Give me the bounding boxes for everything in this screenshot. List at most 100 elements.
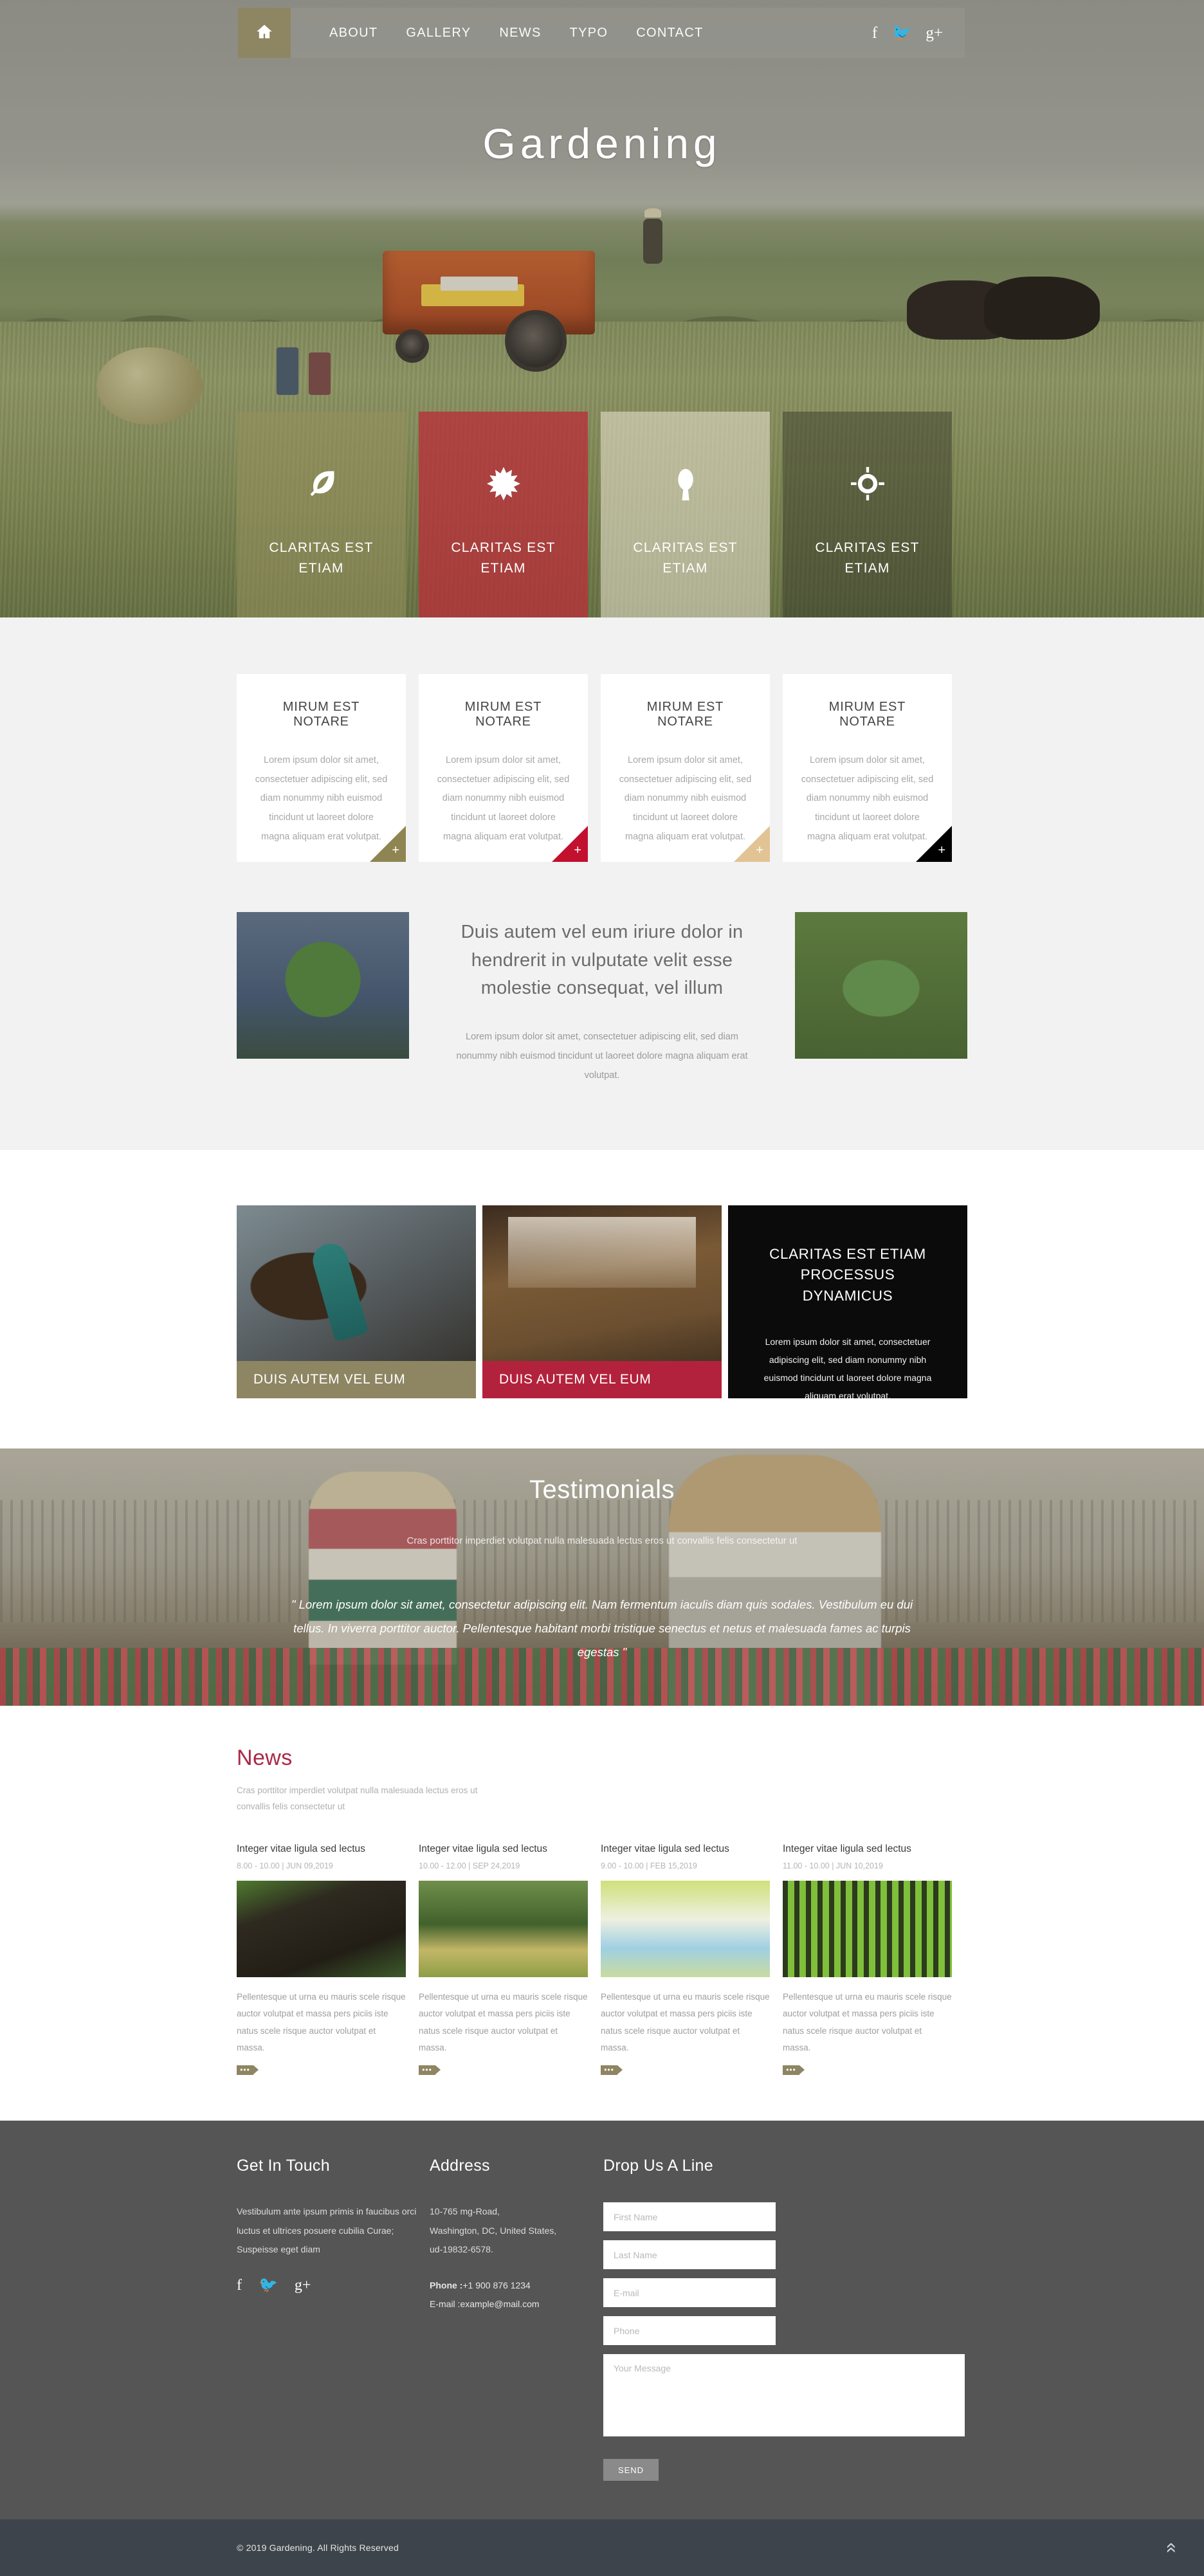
phone-row [603, 2316, 967, 2346]
testimonials-content: Testimonials Cras porttitor imperdiet vo… [237, 1448, 967, 1664]
promo-card-3: CLARITAS EST ETIAM PROCESSUS DYNAMICUS L… [728, 1205, 967, 1398]
news-item-body-3: Pellentesque ut urna eu mauris scele ris… [601, 1992, 770, 2053]
home-button[interactable] [238, 8, 291, 58]
info-card-1[interactable]: MIRUM EST NOTARE Lorem ipsum dolor sit a… [237, 674, 406, 862]
info-card-title-1: MIRUM EST NOTARE [282, 700, 360, 729]
feature-card-2[interactable]: CLARITAS EST ETIAM [419, 412, 588, 617]
feature-label-4: CLARITAS EST ETIAM [815, 540, 920, 576]
sun-burst-icon [486, 467, 520, 500]
plus-icon: + [938, 843, 945, 857]
feature-columns: CLARITAS EST ETIAM CLARITAS EST ETIAM CL… [237, 412, 967, 617]
email-input[interactable] [603, 2278, 776, 2308]
first-name-input[interactable] [603, 2202, 776, 2232]
news-read-more-3[interactable]: ••• [601, 2065, 623, 2076]
info-card-body-4: Lorem ipsum dolor sit amet, consectetuer… [801, 755, 934, 842]
intro-image-right [795, 912, 967, 1059]
main-navigation: ABOUT GALLERY NEWS TYPO CONTACT f 🐦 g+ [238, 8, 965, 58]
news-subtitle: Cras porttitor imperdiet volutpat nulla … [237, 1785, 478, 1812]
footer-social-links: f 🐦 g+ [237, 2278, 430, 2293]
twitter-icon[interactable]: 🐦 [891, 25, 911, 41]
plus-icon: + [574, 843, 581, 857]
info-card-body-3: Lorem ipsum dolor sit amet, consectetuer… [619, 755, 752, 842]
info-card-4[interactable]: MIRUM EST NOTARE Lorem ipsum dolor sit a… [783, 674, 952, 862]
facebook-icon[interactable]: f [872, 25, 877, 41]
address-line-3: ud-19832-6578. [430, 2244, 493, 2255]
nav-item-about[interactable]: ABOUT [315, 26, 392, 41]
hero-section: ABOUT GALLERY NEWS TYPO CONTACT f 🐦 g+ G… [0, 0, 1204, 617]
news-item-title-1: Integer vitae ligula sed lectus [237, 1843, 365, 1855]
promo-heading-3: CLARITAS EST ETIAM PROCESSUS DYNAMICUS [769, 1245, 926, 1304]
testimonials-title: Testimonials [529, 1475, 675, 1504]
google-plus-icon[interactable]: g+ [926, 25, 943, 41]
phone-label: Phone : [430, 2279, 463, 2290]
cards-row: MIRUM EST NOTARE Lorem ipsum dolor sit a… [237, 674, 967, 862]
message-row [603, 2354, 967, 2440]
card-corner-4[interactable]: + [916, 826, 952, 862]
footer-contact-form: Drop Us A Line SEND [603, 2157, 967, 2481]
card-corner-3[interactable]: + [734, 826, 770, 862]
promo-card-1[interactable]: DUIS AUTEM VEL EUM [237, 1205, 476, 1398]
testimonials-section: Testimonials Cras porttitor imperdiet vo… [0, 1448, 1204, 1706]
promo-caption-2: DUIS AUTEM VEL EUM [482, 1360, 722, 1398]
news-grid: Integer vitae ligula sed lectus 8.00 - 1… [237, 1843, 967, 2076]
intro-section: Duis autem vel eum iriure dolor in hendr… [0, 912, 1204, 1150]
nav-item-contact[interactable]: CONTACT [622, 26, 717, 41]
facebook-icon[interactable]: f [237, 2278, 242, 2293]
feature-card-3[interactable]: CLARITAS EST ETIAM [601, 412, 770, 617]
feature-card-1[interactable]: CLARITAS EST ETIAM [237, 412, 406, 617]
news-item-2[interactable]: Integer vitae ligula sed lectus 10.00 - … [419, 1843, 588, 2076]
card-corner-2[interactable]: + [552, 826, 588, 862]
copyright-text: © 2019 Gardening. All Rights Reserved [237, 2543, 399, 2553]
drop-us-a-line-title: Drop Us A Line [603, 2157, 713, 2175]
nav-item-news[interactable]: NEWS [485, 26, 555, 41]
news-item-1[interactable]: Integer vitae ligula sed lectus 8.00 - 1… [237, 1843, 406, 2076]
news-read-more-2[interactable]: ••• [419, 2065, 441, 2076]
leaf-icon [305, 467, 338, 500]
nav-item-typo[interactable]: TYPO [556, 26, 623, 41]
info-card-title-3: MIRUM EST NOTARE [646, 700, 724, 729]
news-read-more-4[interactable]: ••• [783, 2065, 805, 2076]
feature-card-4[interactable]: CLARITAS EST ETIAM [783, 412, 952, 617]
chevron-up-icon[interactable]: » [1160, 2543, 1181, 2553]
intro-image-left [237, 912, 409, 1059]
news-item-4[interactable]: Integer vitae ligula sed lectus 11.00 - … [783, 1843, 952, 2076]
last-name-input[interactable] [603, 2240, 776, 2270]
nav-social-links: f 🐦 g+ [872, 25, 965, 41]
email-value[interactable]: example@mail.com [460, 2299, 539, 2309]
info-card-2[interactable]: MIRUM EST NOTARE Lorem ipsum dolor sit a… [419, 674, 588, 862]
intro-body: Lorem ipsum dolor sit amet, consectetuer… [456, 1031, 748, 1081]
message-textarea[interactable] [603, 2354, 965, 2437]
card-corner-1[interactable]: + [370, 826, 406, 862]
info-card-3[interactable]: MIRUM EST NOTARE Lorem ipsum dolor sit a… [601, 674, 770, 862]
news-item-3[interactable]: Integer vitae ligula sed lectus 9.00 - 1… [601, 1843, 770, 2076]
news-item-meta-2: 10.00 - 12.00 | SEP 24,2019 [419, 1861, 520, 1871]
phone-input[interactable] [603, 2316, 776, 2346]
email-label: E-mail : [430, 2298, 461, 2309]
nav-item-gallery[interactable]: GALLERY [392, 26, 485, 41]
news-item-body-4: Pellentesque ut urna eu mauris scele ris… [783, 1992, 952, 2053]
intro-text: Duis autem vel eum iriure dolor in hendr… [409, 912, 795, 1086]
get-in-touch-title: Get In Touch [237, 2157, 330, 2175]
page-root: ABOUT GALLERY NEWS TYPO CONTACT f 🐦 g+ G… [0, 0, 1204, 2576]
promo-card-2[interactable]: DUIS AUTEM VEL EUM [482, 1205, 722, 1398]
address-line-2: Washington, DC, United States, [430, 2225, 557, 2236]
news-read-more-1[interactable]: ••• [237, 2065, 259, 2076]
send-button[interactable]: SEND [603, 2459, 659, 2481]
news-item-body-1: Pellentesque ut urna eu mauris scele ris… [237, 1992, 406, 2053]
page-title: Gardening [482, 120, 722, 167]
twitter-icon[interactable]: 🐦 [259, 2278, 278, 2293]
news-container: News Cras porttitor imperdiet volutpat n… [237, 1746, 967, 2076]
email-row: E-mail :example@mail.com [430, 2295, 603, 2314]
news-item-title-2: Integer vitae ligula sed lectus [419, 1843, 547, 1855]
news-item-title-3: Integer vitae ligula sed lectus [601, 1843, 729, 1855]
news-item-body-2: Pellentesque ut urna eu mauris scele ris… [419, 1992, 588, 2053]
news-item-image-1 [237, 1881, 406, 1978]
intro-row: Duis autem vel eum iriure dolor in hendr… [237, 912, 967, 1086]
google-plus-icon[interactable]: g+ [295, 2278, 311, 2293]
last-name-row [603, 2240, 967, 2270]
phone-value[interactable]: +1 900 876 1234 [462, 2280, 531, 2290]
footer-columns: Get In Touch Vestibulum ante ipsum primi… [237, 2157, 967, 2481]
compass-icon [850, 467, 884, 500]
news-item-title-4: Integer vitae ligula sed lectus [783, 1843, 911, 1855]
feature-label-1: CLARITAS EST ETIAM [269, 540, 374, 576]
